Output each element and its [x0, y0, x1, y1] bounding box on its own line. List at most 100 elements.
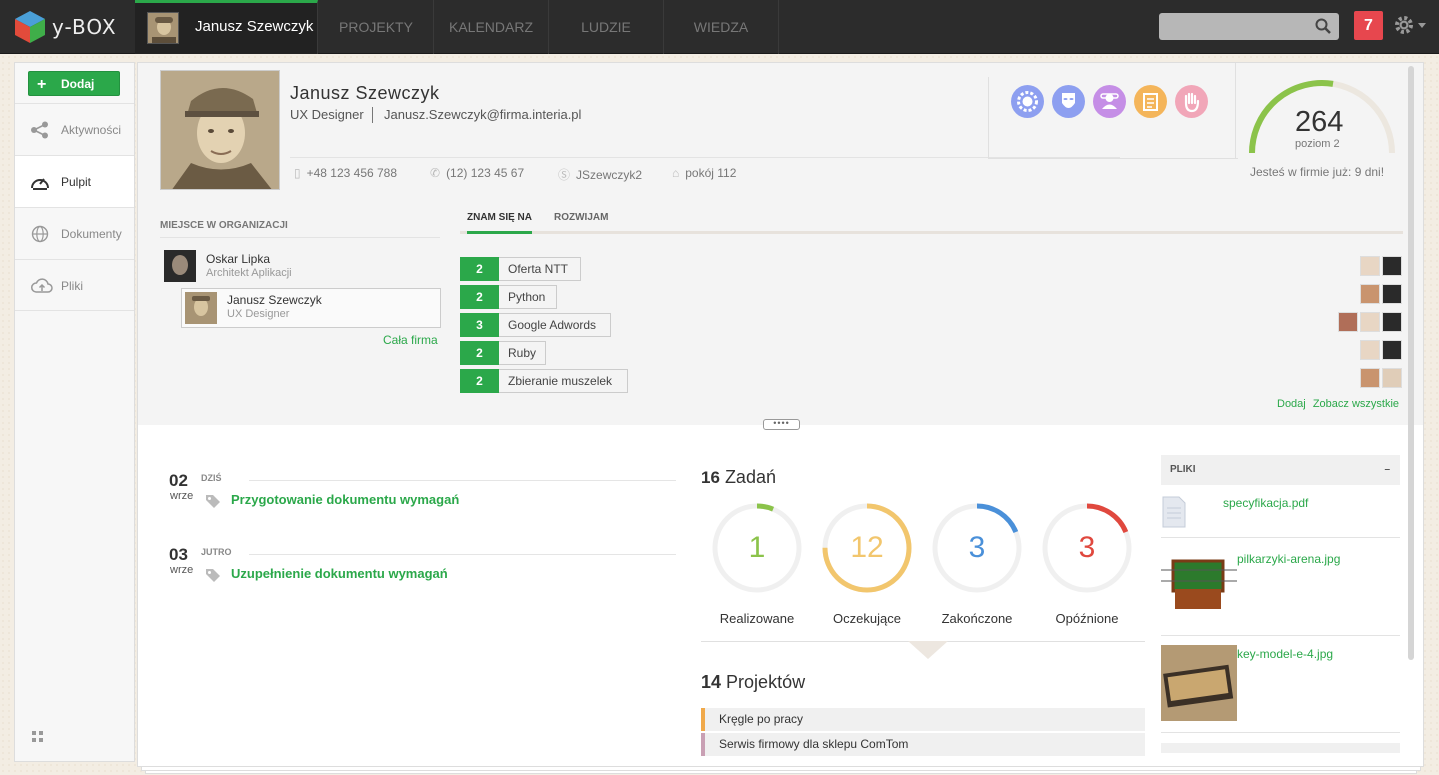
skill-item[interactable]: 2 Python — [460, 285, 557, 309]
file-name: specyfikacja.pdf — [1223, 496, 1309, 510]
avatar[interactable] — [1382, 340, 1402, 360]
avatar[interactable] — [1382, 284, 1402, 304]
event-title[interactable]: Uzupełnienie dokumentu wymagań — [231, 566, 448, 581]
tag-icon — [206, 569, 220, 582]
top-navigation-bar: y-BOX Janusz Szewczyk PROJEKTY KALENDARZ… — [0, 0, 1439, 54]
search-input[interactable] — [1159, 13, 1339, 40]
sidebar-item-pliki[interactable]: Pliki — [15, 259, 134, 311]
project-item[interactable]: Kręgle po pracy — [701, 708, 1145, 731]
nav-wiedza[interactable]: WIEDZA — [664, 0, 779, 54]
collapse-icon[interactable]: – — [1384, 455, 1390, 485]
skill-item[interactable]: 2 Ruby — [460, 341, 546, 365]
users-badge-icon[interactable] — [1093, 85, 1126, 118]
settings-menu[interactable] — [1393, 13, 1429, 39]
org-current-user[interactable]: Janusz Szewczyk UX Designer — [181, 288, 441, 328]
task-ring[interactable]: 3 — [1040, 501, 1134, 595]
event-day-label: DZIŚ — [201, 473, 222, 483]
see-all-skills-link[interactable]: Zobacz wszystkie — [1313, 398, 1399, 410]
org-person-role: Architekt Aplikacji — [206, 267, 292, 279]
org-superior[interactable]: Oskar Lipka Architekt Aplikacji — [164, 250, 424, 284]
nav-user-profile[interactable]: Janusz Szewczyk — [135, 0, 318, 54]
skill-people — [1360, 284, 1402, 304]
file-item[interactable]: specyfikacja.pdf — [1161, 493, 1400, 538]
skill-item[interactable]: 3 Google Adwords — [460, 313, 611, 337]
task-ring[interactable]: 12 — [820, 501, 914, 595]
profile-email[interactable]: Janusz.Szewczyk@firma.interia.pl — [384, 107, 581, 122]
gear-icon — [1395, 16, 1413, 34]
add-button[interactable]: + Dodaj — [28, 71, 120, 96]
ybox-logo[interactable]: y-BOX — [14, 10, 134, 44]
mask-badge-icon[interactable] — [1052, 85, 1085, 118]
tasks-heading: 16 Zadań — [701, 467, 776, 488]
scrollbar[interactable] — [1408, 66, 1414, 660]
task-ring-label: Realizowane — [719, 611, 795, 626]
file-name: key-model-e-4.jpg — [1237, 647, 1334, 661]
avatar — [185, 292, 217, 324]
grid-grip-icon[interactable] — [32, 731, 44, 743]
event-day: 02 — [169, 471, 188, 490]
org-section-title: MIEJSCE W ORGANIZACJI — [160, 220, 440, 238]
skype-name: JSzewczyk2 — [576, 168, 643, 182]
avatar[interactable] — [1382, 368, 1402, 388]
room-contact: ⌂ pokój 112 — [672, 166, 736, 180]
skill-count: 2 — [460, 341, 499, 365]
avatar — [164, 250, 196, 282]
nav-kalendarz[interactable]: KALENDARZ — [434, 0, 549, 54]
collapse-handle[interactable]: •••• — [763, 419, 800, 430]
search-icon[interactable] — [1315, 18, 1331, 34]
plus-icon: + — [37, 76, 47, 93]
nav-user-name: Janusz Szewczyk — [195, 18, 314, 35]
sidebar-item-label: Dokumenty — [61, 227, 122, 241]
skill-people — [1360, 368, 1402, 388]
sidebar-item-dokumenty[interactable]: Dokumenty — [15, 207, 134, 259]
projects-count: 14 — [701, 672, 722, 692]
document-icon — [1162, 496, 1186, 528]
notifications-badge[interactable]: 7 — [1354, 11, 1383, 40]
hand-badge-icon[interactable] — [1175, 85, 1208, 118]
home-icon: ⌂ — [672, 166, 680, 180]
phone-contact: ✆ (12) 123 45 67 — [430, 166, 524, 180]
sidebar-item-aktywnosci[interactable]: Aktywności — [15, 103, 134, 155]
avatar[interactable] — [1360, 256, 1380, 276]
file-thumbnail-keyboard — [1161, 645, 1237, 721]
avatar[interactable] — [1360, 284, 1380, 304]
nav-ludzie[interactable]: LUDZIE — [549, 0, 664, 54]
add-button-label: Dodaj — [61, 77, 95, 91]
avatar[interactable] — [1360, 368, 1380, 388]
whole-company-link[interactable]: Cała firma — [383, 333, 438, 347]
skill-item[interactable]: 2 Oferta NTT — [460, 257, 581, 281]
avatar[interactable] — [1382, 312, 1402, 332]
add-skill-link[interactable]: Dodaj — [1277, 398, 1306, 410]
task-ring-value: 12 — [850, 531, 884, 564]
file-item-next — [1161, 743, 1400, 753]
sidebar-item-label: Pulpit — [61, 175, 92, 189]
avatar[interactable] — [1360, 340, 1380, 360]
event-title[interactable]: Przygotowanie dokumentu wymagań — [231, 492, 459, 507]
file-item[interactable]: pilkarzyki-arena.jpg — [1161, 539, 1400, 636]
arrow-down-icon — [908, 641, 948, 659]
skill-count: 2 — [460, 257, 499, 281]
main-panel: Janusz Szewczyk UX Designer Janusz.Szewc… — [137, 62, 1424, 767]
task-ring[interactable]: 1 — [710, 501, 804, 595]
share-icon — [31, 121, 48, 139]
tab-znam-sie-na[interactable]: ZNAM SIĘ NA — [467, 212, 532, 234]
avatar[interactable] — [1360, 312, 1380, 332]
mobile-contact: ▯ +48 123 456 788 — [294, 166, 397, 180]
avatar[interactable] — [1338, 312, 1358, 332]
skill-links: Dodaj Zobacz wszystkie — [1277, 398, 1399, 410]
event-day: 03 — [169, 545, 188, 564]
task-ring[interactable]: 3 — [930, 501, 1024, 595]
skill-name: Google Adwords — [508, 318, 597, 332]
sidebar-item-pulpit[interactable]: Pulpit — [15, 155, 134, 207]
clipboard-badge-icon[interactable] — [1134, 85, 1167, 118]
task-ring-label: Opóźnione — [1055, 611, 1119, 626]
nav-projekty[interactable]: PROJEKTY — [319, 0, 434, 54]
avatar[interactable] — [1382, 256, 1402, 276]
cog-badge-icon[interactable] — [1011, 85, 1044, 118]
file-item[interactable]: key-model-e-4.jpg — [1161, 637, 1400, 733]
tab-rozwijam[interactable]: ROZWIJAM — [554, 212, 608, 223]
skill-item[interactable]: 2 Zbieranie muszelek — [460, 369, 628, 393]
tasks-label: Zadań — [724, 467, 776, 487]
skill-name: Oferta NTT — [508, 262, 569, 276]
project-item[interactable]: Serwis firmowy dla sklepu ComTom — [701, 733, 1145, 756]
